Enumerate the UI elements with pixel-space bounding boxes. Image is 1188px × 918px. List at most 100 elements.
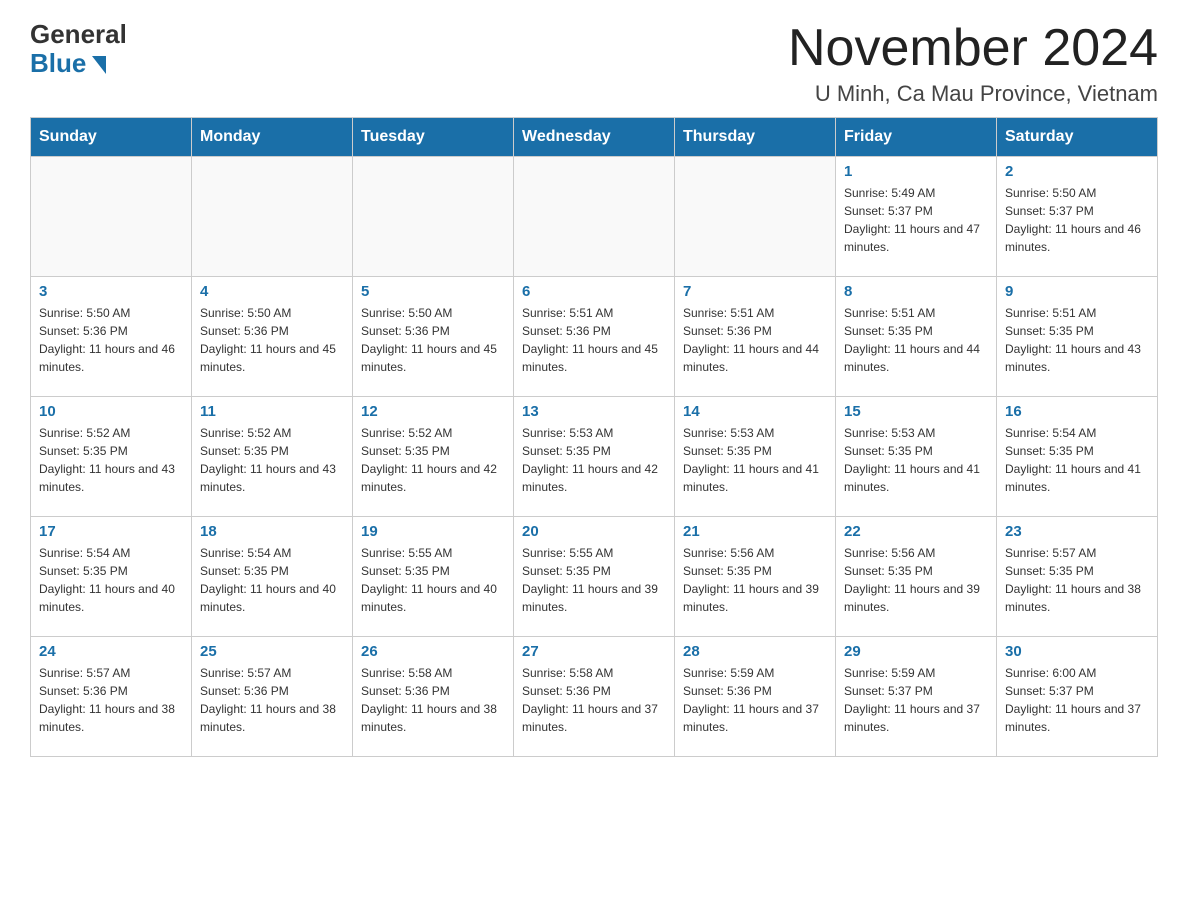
day-info: Sunrise: 5:57 AM Sunset: 5:36 PM Dayligh… — [200, 664, 344, 736]
calendar-cell: 10Sunrise: 5:52 AM Sunset: 5:35 PM Dayli… — [31, 397, 192, 517]
calendar-cell: 17 Sunrise: 5:54 AM Sunset: 5:35 PM Dayli… — [31, 517, 192, 637]
day-number: 1 — [844, 163, 988, 180]
day-number: 26 — [361, 643, 505, 660]
calendar-cell: 24Sunrise: 5:57 AM Sunset: 5:36 PM Dayli… — [31, 637, 192, 757]
calendar-cell: 28 Sunrise: 5:59 AM Sunset: 5:36 PM Dayli… — [675, 637, 836, 757]
weekday-header-friday: Friday — [836, 118, 997, 157]
calendar-cell: 13 Sunrise: 5:53 AM Sunset: 5:35 PM Dayli… — [514, 397, 675, 517]
calendar-cell: 16 Sunrise: 5:54 AM Sunset: 5:35 PM Dayli… — [997, 397, 1158, 517]
title-area: November 2024 U Minh, Ca Mau Province, V… — [788, 20, 1158, 107]
calendar-cell — [675, 157, 836, 277]
calendar-cell: 25 Sunrise: 5:57 AM Sunset: 5:36 PM Dayli… — [192, 637, 353, 757]
calendar-cell: 29 Sunrise: 5:59 AM Sunset: 5:37 PM Dayli… — [836, 637, 997, 757]
day-info: Sunrise: 5:50 AM Sunset: 5:36 PM Dayligh… — [39, 304, 183, 376]
weekday-header-monday: Monday — [192, 118, 353, 157]
calendar-cell: 11 Sunrise: 5:52 AM Sunset: 5:35 PM Dayli… — [192, 397, 353, 517]
calendar-table: SundayMondayTuesdayWednesdayThursdayFrid… — [30, 117, 1158, 757]
calendar-week-row: 1 Sunrise: 5:49 AM Sunset: 5:37 PM Daylig… — [31, 157, 1158, 277]
calendar-cell: 7 Sunrise: 5:51 AM Sunset: 5:36 PM Daylig… — [675, 277, 836, 397]
calendar-header-row: SundayMondayTuesdayWednesdayThursdayFrid… — [31, 118, 1158, 157]
day-info: Sunrise: 5:59 AM Sunset: 5:37 PM Dayligh… — [844, 664, 988, 736]
weekday-header-thursday: Thursday — [675, 118, 836, 157]
day-info: Sunrise: 5:56 AM Sunset: 5:35 PM Dayligh… — [844, 544, 988, 616]
day-info: Sunrise: 5:53 AM Sunset: 5:35 PM Dayligh… — [844, 424, 988, 496]
day-number: 14 — [683, 403, 827, 420]
day-number: 7 — [683, 283, 827, 300]
day-number: 29 — [844, 643, 988, 660]
day-info: Sunrise: 5:59 AM Sunset: 5:36 PM Dayligh… — [683, 664, 827, 736]
day-number: 6 — [522, 283, 666, 300]
day-number: 16 — [1005, 403, 1149, 420]
day-number: 27 — [522, 643, 666, 660]
day-info: Sunrise: 5:55 AM Sunset: 5:35 PM Dayligh… — [361, 544, 505, 616]
day-number: 8 — [844, 283, 988, 300]
weekday-header-saturday: Saturday — [997, 118, 1158, 157]
logo-triangle-icon — [92, 56, 106, 74]
day-number: 9 — [1005, 283, 1149, 300]
day-info: Sunrise: 5:53 AM Sunset: 5:35 PM Dayligh… — [683, 424, 827, 496]
calendar-cell — [514, 157, 675, 277]
day-number: 13 — [522, 403, 666, 420]
day-number: 23 — [1005, 523, 1149, 540]
day-info: Sunrise: 5:49 AM Sunset: 5:37 PM Dayligh… — [844, 184, 988, 256]
day-number: 18 — [200, 523, 344, 540]
day-number: 2 — [1005, 163, 1149, 180]
day-number: 22 — [844, 523, 988, 540]
day-info: Sunrise: 5:50 AM Sunset: 5:36 PM Dayligh… — [200, 304, 344, 376]
day-info: Sunrise: 5:52 AM Sunset: 5:35 PM Dayligh… — [200, 424, 344, 496]
day-number: 20 — [522, 523, 666, 540]
weekday-header-tuesday: Tuesday — [353, 118, 514, 157]
calendar-cell: 19Sunrise: 5:55 AM Sunset: 5:35 PM Dayli… — [353, 517, 514, 637]
day-info: Sunrise: 5:52 AM Sunset: 5:35 PM Dayligh… — [361, 424, 505, 496]
day-info: Sunrise: 5:51 AM Sunset: 5:35 PM Dayligh… — [844, 304, 988, 376]
day-number: 28 — [683, 643, 827, 660]
calendar-week-row: 24 Sunrise: 5:57 AM Sunset: 5:36 PM Dayli… — [31, 637, 1158, 757]
calendar-cell: 4 Sunrise: 5:50 AM Sunset: 5:36 PM Daylig… — [192, 277, 353, 397]
day-number: 25 — [200, 643, 344, 660]
day-number: 21 — [683, 523, 827, 540]
calendar-cell: 15Sunrise: 5:53 AM Sunset: 5:35 PM Dayli… — [836, 397, 997, 517]
day-info: Sunrise: 5:58 AM Sunset: 5:36 PM Dayligh… — [522, 664, 666, 736]
day-number: 30 — [1005, 643, 1149, 660]
calendar-cell: 30 Sunrise: 6:00 AM Sunset: 5:37 PM Dayli… — [997, 637, 1158, 757]
calendar-cell: 21 Sunrise: 5:56 AM Sunset: 5:35 PM Dayli… — [675, 517, 836, 637]
calendar-cell: 3 Sunrise: 5:50 AM Sunset: 5:36 PM Daylig… — [31, 277, 192, 397]
day-info: Sunrise: 5:54 AM Sunset: 5:35 PM Dayligh… — [200, 544, 344, 616]
calendar-cell — [31, 157, 192, 277]
day-info: Sunrise: 5:55 AM Sunset: 5:35 PM Dayligh… — [522, 544, 666, 616]
day-number: 11 — [200, 403, 344, 420]
calendar-cell: 12 Sunrise: 5:52 AM Sunset: 5:35 PM Dayli… — [353, 397, 514, 517]
weekday-header-wednesday: Wednesday — [514, 118, 675, 157]
day-info: Sunrise: 6:00 AM Sunset: 5:37 PM Dayligh… — [1005, 664, 1149, 736]
day-info: Sunrise: 5:56 AM Sunset: 5:35 PM Dayligh… — [683, 544, 827, 616]
day-number: 24 — [39, 643, 183, 660]
day-info: Sunrise: 5:53 AM Sunset: 5:35 PM Dayligh… — [522, 424, 666, 496]
calendar-cell: 26 Sunrise: 5:58 AM Sunset: 5:36 PM Dayli… — [353, 637, 514, 757]
logo-blue-text: Blue — [30, 49, 86, 78]
day-number: 3 — [39, 283, 183, 300]
page-header: General Blue November 2024 U Minh, Ca Ma… — [30, 20, 1158, 107]
day-info: Sunrise: 5:57 AM Sunset: 5:35 PM Dayligh… — [1005, 544, 1149, 616]
day-info: Sunrise: 5:54 AM Sunset: 5:35 PM Dayligh… — [39, 544, 183, 616]
calendar-cell: 22 Sunrise: 5:56 AM Sunset: 5:35 PM Dayli… — [836, 517, 997, 637]
calendar-cell: 5Sunrise: 5:50 AM Sunset: 5:36 PM Daylig… — [353, 277, 514, 397]
day-number: 17 — [39, 523, 183, 540]
day-info: Sunrise: 5:54 AM Sunset: 5:35 PM Dayligh… — [1005, 424, 1149, 496]
calendar-cell: 18 Sunrise: 5:54 AM Sunset: 5:35 PM Dayli… — [192, 517, 353, 637]
calendar-cell — [192, 157, 353, 277]
calendar-cell: 2Sunrise: 5:50 AM Sunset: 5:37 PM Daylig… — [997, 157, 1158, 277]
day-number: 10 — [39, 403, 183, 420]
calendar-week-row: 17 Sunrise: 5:54 AM Sunset: 5:35 PM Dayli… — [31, 517, 1158, 637]
day-info: Sunrise: 5:51 AM Sunset: 5:36 PM Dayligh… — [522, 304, 666, 376]
calendar-cell: 6 Sunrise: 5:51 AM Sunset: 5:36 PM Daylig… — [514, 277, 675, 397]
calendar-cell: 1 Sunrise: 5:49 AM Sunset: 5:37 PM Daylig… — [836, 157, 997, 277]
calendar-cell: 27 Sunrise: 5:58 AM Sunset: 5:36 PM Dayli… — [514, 637, 675, 757]
calendar-cell — [353, 157, 514, 277]
day-number: 12 — [361, 403, 505, 420]
calendar-week-row: 3 Sunrise: 5:50 AM Sunset: 5:36 PM Daylig… — [31, 277, 1158, 397]
month-title: November 2024 — [788, 20, 1158, 77]
day-info: Sunrise: 5:58 AM Sunset: 5:36 PM Dayligh… — [361, 664, 505, 736]
day-info: Sunrise: 5:51 AM Sunset: 5:36 PM Dayligh… — [683, 304, 827, 376]
logo: General Blue — [30, 20, 127, 77]
day-number: 4 — [200, 283, 344, 300]
